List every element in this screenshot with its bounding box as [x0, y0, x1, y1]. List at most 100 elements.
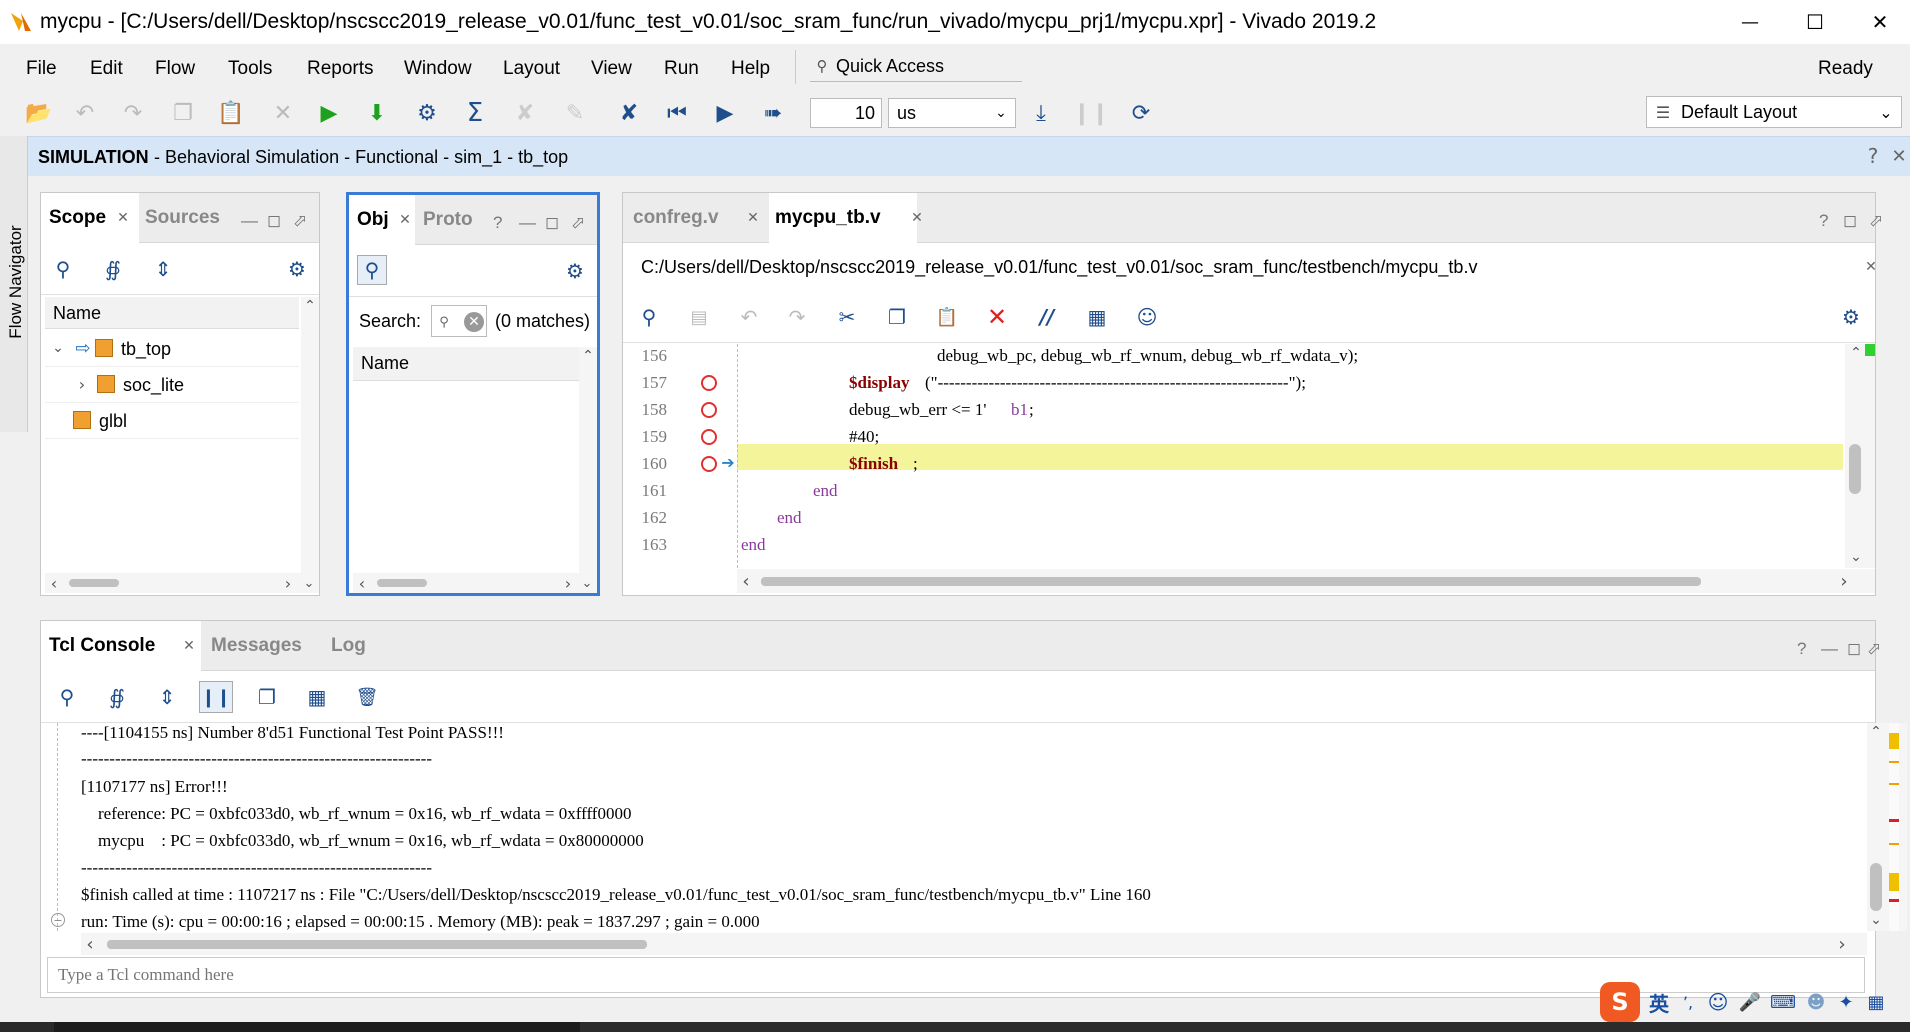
- run-time-input[interactable]: 10: [810, 98, 882, 128]
- restart-icon[interactable]: ⏮: [660, 96, 694, 130]
- paste-icon[interactable]: 📋: [214, 96, 248, 130]
- close-icon[interactable]: ✕: [115, 210, 131, 226]
- ime-logo-icon[interactable]: S: [1600, 982, 1640, 1022]
- restore-icon[interactable]: ◻: [1843, 211, 1857, 231]
- scroll-thumb[interactable]: [377, 579, 427, 587]
- copy-icon[interactable]: ❐: [253, 683, 281, 711]
- menu-reports[interactable]: Reports: [307, 58, 374, 80]
- redo-icon[interactable]: ↷: [116, 96, 150, 130]
- delete-icon[interactable]: ✕: [266, 96, 300, 130]
- breakpoint-icon[interactable]: [701, 375, 717, 391]
- minimize-icon[interactable]: —: [1821, 639, 1838, 659]
- tab-tcl-console[interactable]: Tcl Console: [49, 635, 155, 657]
- open-project-icon[interactable]: 📂: [22, 96, 56, 130]
- scroll-thumb[interactable]: [107, 940, 647, 949]
- menu-file[interactable]: File: [26, 58, 57, 80]
- break-icon[interactable]: ✘: [612, 96, 646, 130]
- gear-icon[interactable]: ⚙: [561, 257, 589, 285]
- collapse-all-icon[interactable]: ∯: [103, 683, 131, 711]
- copy-icon[interactable]: ❐: [883, 303, 911, 331]
- sigma-icon[interactable]: Σ: [458, 96, 492, 130]
- breakpoint-icon[interactable]: [701, 456, 717, 472]
- menu-layout[interactable]: Layout: [503, 58, 560, 80]
- restore-icon[interactable]: ◻: [267, 211, 281, 231]
- menu-run[interactable]: Run: [664, 58, 699, 80]
- menu-tools[interactable]: Tools: [228, 58, 272, 80]
- undo-icon[interactable]: ↶: [735, 303, 763, 331]
- emoji-icon[interactable]: ☺: [1706, 990, 1730, 1014]
- copy-icon[interactable]: ❐: [166, 96, 200, 130]
- clear-icon[interactable]: ✕: [464, 312, 484, 332]
- delete-icon[interactable]: ✕: [983, 303, 1011, 331]
- tcl-command-input[interactable]: [47, 957, 1865, 993]
- paste-icon[interactable]: 📋: [933, 303, 961, 331]
- horizontal-scrollbar[interactable]: ‹ › ⌄: [45, 573, 319, 593]
- cut-icon[interactable]: ✂: [833, 303, 861, 331]
- redo-icon[interactable]: ↷: [783, 303, 811, 331]
- expand-all-icon[interactable]: ⇕: [149, 255, 177, 283]
- tab-scope[interactable]: Scope: [49, 207, 106, 229]
- search-icon[interactable]: ⚲: [53, 683, 81, 711]
- horizontal-scrollbar[interactable]: ‹ › ⌄: [353, 573, 597, 593]
- maximize-icon[interactable]: ⬀: [293, 211, 307, 231]
- probe-icon[interactable]: ✎: [558, 96, 592, 130]
- menu-flow[interactable]: Flow: [155, 58, 195, 80]
- vertical-scrollbar[interactable]: ⌃ ⌄: [1845, 344, 1875, 568]
- close-icon[interactable]: ✕: [745, 210, 761, 226]
- search-icon[interactable]: ⚲: [357, 255, 387, 285]
- help-icon[interactable]: ?: [1862, 144, 1884, 168]
- column-select-icon[interactable]: ▦: [303, 683, 331, 711]
- comment-icon[interactable]: //: [1033, 303, 1061, 331]
- debug-icon[interactable]: ✘: [508, 96, 542, 130]
- pause-icon[interactable]: ❙❙: [1073, 96, 1110, 130]
- scroll-thumb[interactable]: [1870, 863, 1882, 911]
- maximize-icon[interactable]: ⬀: [1869, 211, 1883, 231]
- user-icon[interactable]: ☻: [1804, 990, 1828, 1014]
- skin-icon[interactable]: ✦: [1834, 990, 1858, 1014]
- scroll-thumb[interactable]: [761, 577, 1701, 586]
- close-icon[interactable]: ✕: [1863, 259, 1879, 275]
- relaunch-icon[interactable]: ⟳: [1124, 96, 1158, 130]
- toolbox-icon[interactable]: ▦: [1864, 990, 1888, 1014]
- quick-access-search[interactable]: ⚲ Quick Access: [810, 52, 1022, 82]
- restore-icon[interactable]: ◻: [545, 213, 559, 233]
- search-input[interactable]: ⚲ ✕: [431, 305, 487, 337]
- close-icon[interactable]: ✕: [397, 212, 413, 228]
- vertical-scrollbar[interactable]: ⌃: [579, 347, 597, 573]
- maximize-icon[interactable]: ⬀: [571, 213, 585, 233]
- microphone-icon[interactable]: 🎤: [1738, 990, 1762, 1014]
- horizontal-scrollbar[interactable]: ‹ ›: [737, 569, 1875, 593]
- save-icon[interactable]: ▤: [685, 303, 713, 331]
- breakpoint-icon[interactable]: [701, 429, 717, 445]
- console-output[interactable]: ----[1104155 ns] Number 8'd51 Functional…: [41, 723, 1867, 931]
- close-icon[interactable]: ✕: [181, 638, 197, 654]
- pause-output-icon[interactable]: ❙❙: [199, 681, 233, 713]
- help-icon[interactable]: ?: [1819, 211, 1828, 231]
- gear-icon[interactable]: ⚙: [283, 255, 311, 283]
- minimize-button[interactable]: —: [1730, 6, 1770, 38]
- menu-view[interactable]: View: [591, 58, 632, 80]
- code-area[interactable]: 156 157 158 159 160 161 162 163 ➔ debug_…: [623, 344, 1845, 568]
- lightbulb-icon[interactable]: ☺: [1133, 303, 1161, 331]
- column-select-icon[interactable]: ▦: [1083, 303, 1111, 331]
- vertical-scrollbar[interactable]: ⌃: [301, 297, 319, 573]
- punctuation-icon[interactable]: ’,: [1678, 990, 1698, 1014]
- tab-confreg[interactable]: confreg.v: [633, 207, 719, 229]
- menu-help[interactable]: Help: [731, 58, 770, 80]
- maximize-button[interactable]: ☐: [1795, 6, 1835, 38]
- run-time-unit-select[interactable]: us ⌄: [888, 98, 1016, 128]
- vertical-scrollbar[interactable]: ⌃ ⌄: [1867, 723, 1907, 931]
- close-button[interactable]: ✕: [1860, 6, 1900, 38]
- tab-messages[interactable]: Messages: [211, 635, 302, 657]
- breakpoint-icon[interactable]: [701, 402, 717, 418]
- expand-all-icon[interactable]: ⇕: [153, 683, 181, 711]
- run-for-icon[interactable]: ➠: [756, 96, 790, 130]
- ime-language[interactable]: 英: [1646, 990, 1672, 1016]
- step-icon[interactable]: ⤓: [1024, 96, 1058, 130]
- chevron-down-icon[interactable]: ⌄: [49, 339, 67, 357]
- program-download-icon[interactable]: ⬇: [360, 96, 394, 130]
- minimize-icon[interactable]: —: [519, 213, 536, 233]
- collapse-all-icon[interactable]: ∯: [99, 255, 127, 283]
- keyboard-icon[interactable]: ⌨: [1770, 990, 1796, 1014]
- search-icon[interactable]: ⚲: [49, 255, 77, 283]
